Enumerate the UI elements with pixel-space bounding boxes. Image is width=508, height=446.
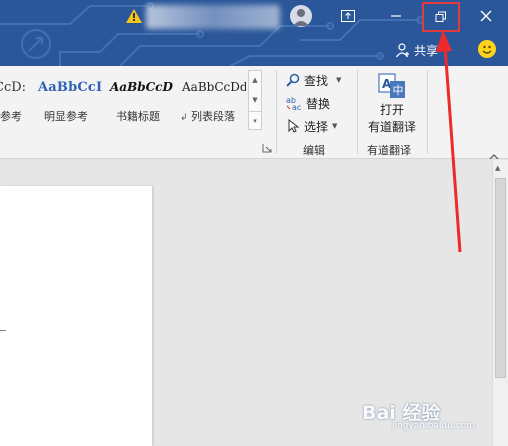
watermark-url-text: jingyan.baidu.com bbox=[392, 421, 476, 431]
baidu-jingyan-watermark: Bai 经验 jingyan.baidu.com bbox=[362, 392, 492, 436]
red-annotation-arrow bbox=[436, 30, 462, 253]
